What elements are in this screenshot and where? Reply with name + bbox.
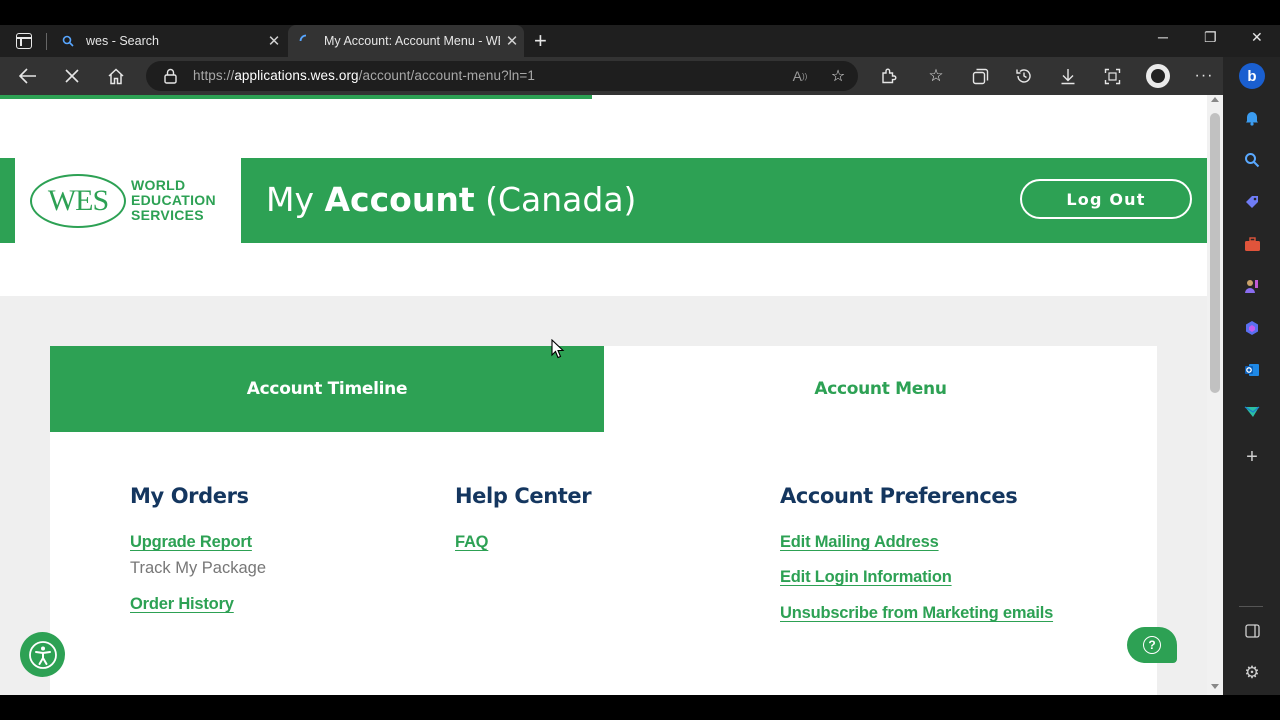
navigation-bar: https://applications.wes.org/account/acc… [0,57,1280,95]
search-icon [60,33,76,49]
web-page: WES WORLD EDUCATION SERVICES My Account … [0,95,1207,695]
tab-title: wes - Search [86,34,159,48]
tab-account-menu[interactable]: Account Menu [604,346,1157,432]
screen-bottom-border [0,695,1280,720]
add-favorite-icon[interactable]: ☆ [826,57,850,95]
url-host: applications.wes.org [234,68,359,83]
tools-briefcase-icon[interactable] [1240,232,1264,256]
close-tab-icon[interactable]: ✕ [262,32,286,50]
accessibility-button[interactable] [20,632,65,677]
track-package-text: Track My Package [130,559,267,577]
drop-send-icon[interactable] [1240,400,1264,424]
scroll-up-arrow-icon[interactable] [1211,97,1219,102]
sidebar-divider [1239,606,1263,607]
help-center-heading: Help Center [455,484,592,508]
question-icon: ? [1143,636,1161,654]
restore-button[interactable]: ❐ [1204,29,1217,46]
minimize-button[interactable]: ─ [1158,29,1168,45]
home-icon[interactable] [102,57,130,95]
back-arrow-icon[interactable] [14,57,42,95]
close-tab-icon[interactable]: ✕ [500,32,524,50]
read-aloud-icon[interactable]: A)) [788,57,812,95]
wes-logo-mark: WES [30,174,126,228]
search-icon[interactable] [1240,148,1264,172]
upgrade-report-link[interactable]: Upgrade Report [130,533,252,552]
tab-account-timeline[interactable]: Account Timeline [50,346,604,432]
url-prefix: https:// [193,68,235,83]
add-sidebar-item-icon[interactable]: + [1240,445,1264,469]
tab-separator [46,33,47,50]
mouse-pointer-icon [551,338,565,364]
next-section-heading-partial [130,487,250,499]
games-icon[interactable] [1240,274,1264,298]
url-path: /account/account-menu?ln=1 [358,68,535,83]
title-prefix: My [266,180,325,219]
screenshot-icon[interactable] [1100,57,1124,95]
logo-word: EDUCATION [131,192,216,208]
tab-title: My Account: Account Menu - WES [324,34,500,48]
stop-loading-icon[interactable] [58,57,86,95]
lock-icon[interactable] [160,57,180,95]
close-window-button[interactable]: ✕ [1251,29,1263,46]
log-out-button[interactable]: Log Out [1020,179,1192,219]
tab-wes-search[interactable]: wes - Search ✕ [50,25,286,57]
title-suffix: (Canada) [474,180,637,219]
more-options-icon[interactable]: ··· [1192,57,1216,95]
bing-chat-icon[interactable]: b [1239,63,1265,89]
edge-sidebar: b + ⚙ [1223,57,1280,695]
wes-logo[interactable]: WES WORLD EDUCATION SERVICES [15,158,241,243]
tab-strip: wes - Search ✕ My Account: Account Menu … [0,25,1280,57]
edit-mailing-address-link[interactable]: Edit Mailing Address [780,533,939,552]
new-tab-button[interactable]: + [534,28,547,54]
account-card: Account Timeline Account Menu My Orders … [50,346,1157,695]
scroll-down-arrow-icon[interactable] [1211,684,1219,689]
tab-my-account[interactable]: My Account: Account Menu - WES ✕ [288,25,524,57]
page-header: My Account (Canada) Log Out [241,158,1207,243]
help-chat-button[interactable]: ? [1127,627,1177,663]
logo-word: SERVICES [131,207,204,223]
wes-logo-wordmark: WORLD EDUCATION SERVICES [131,178,216,223]
unsubscribe-marketing-link[interactable]: Unsubscribe from Marketing emails [780,604,1053,623]
edit-login-information-link[interactable]: Edit Login Information [780,568,952,587]
shopping-tag-icon[interactable] [1240,190,1264,214]
favorites-icon[interactable]: ☆ [924,57,948,95]
page-scrollbar[interactable] [1207,95,1223,695]
downloads-icon[interactable] [1056,57,1080,95]
account-preferences-heading: Account Preferences [780,484,1018,508]
loading-icon [298,33,314,49]
microsoft-365-icon[interactable] [1240,316,1264,340]
settings-gear-icon[interactable]: ⚙ [1240,661,1264,685]
hide-sidebar-icon[interactable] [1240,619,1264,643]
header-accent [0,158,15,243]
logo-word: WORLD [131,177,186,193]
url-text[interactable]: https://applications.wes.org/account/acc… [193,68,535,83]
faq-link[interactable]: FAQ [455,533,489,552]
notifications-bell-icon[interactable] [1240,106,1264,130]
collections-icon[interactable] [968,57,992,95]
accessibility-icon [28,640,57,669]
profile-avatar[interactable] [1145,57,1171,95]
loading-progress-bar [0,95,592,99]
tab-actions-icon[interactable] [16,33,32,49]
extensions-icon[interactable] [876,57,900,95]
page-title: My Account (Canada) [266,180,636,219]
history-icon[interactable] [1012,57,1036,95]
scrollbar-thumb[interactable] [1210,113,1220,393]
order-history-link[interactable]: Order History [130,595,234,614]
screen-top-border [0,0,1280,25]
title-bold: Account [324,180,475,219]
outlook-icon[interactable] [1240,358,1264,382]
